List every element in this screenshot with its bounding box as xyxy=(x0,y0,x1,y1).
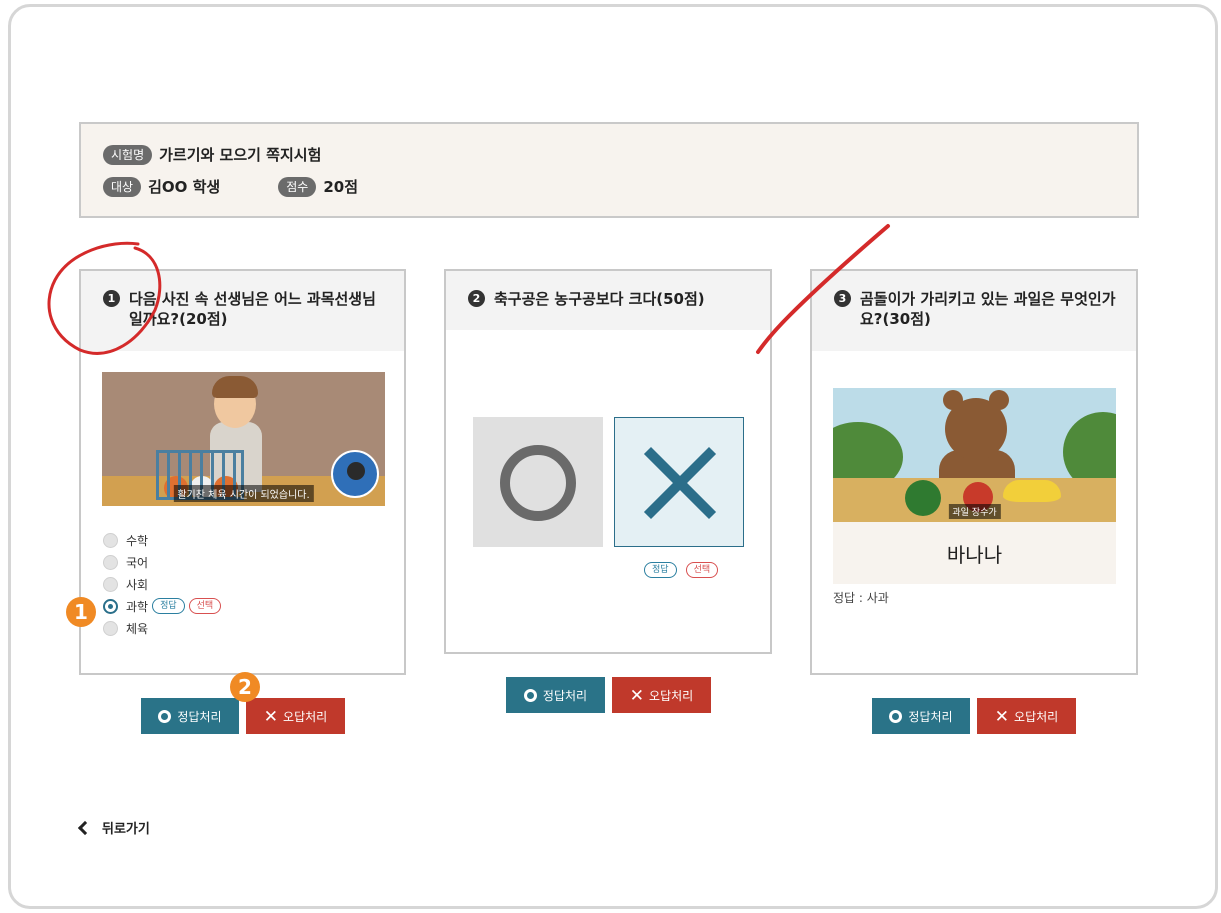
video-caption: 활기찬 체육 시간이 되었습니다. xyxy=(173,485,314,502)
button-label: 오답처리 xyxy=(649,688,694,703)
radio-button[interactable] xyxy=(103,532,118,548)
option-label: 국어 xyxy=(126,555,149,570)
score-value: 20점 xyxy=(323,178,359,196)
question-card-1: 1 다음 사진 속 선생님은 어느 과목선생님일까요?(20점) 활기찬 체육 … xyxy=(79,269,406,675)
button-label: 정답처리 xyxy=(908,709,953,724)
button-label: 오답처리 xyxy=(283,709,328,724)
question-number: 2 xyxy=(468,290,485,307)
radio-button-selected[interactable] xyxy=(103,598,118,614)
radio-button[interactable] xyxy=(103,576,118,592)
target-value: 김OO 학생 xyxy=(148,178,221,196)
score-label: 점수 xyxy=(278,176,317,197)
option-social[interactable]: 사회 xyxy=(103,573,221,595)
option-science[interactable]: 과학 정답 선택 xyxy=(103,595,222,617)
option-math[interactable]: 수학 xyxy=(103,529,221,551)
button-label: 오답처리 xyxy=(1014,709,1059,724)
button-label: 정답처리 xyxy=(542,688,588,703)
radio-button[interactable] xyxy=(103,554,118,570)
selected-tag: 선택 xyxy=(188,598,222,614)
circle-icon xyxy=(889,709,903,723)
student-answer: 바나나 xyxy=(833,522,1116,584)
close-icon: ✕ xyxy=(994,706,1010,726)
question-text: 다음 사진 속 선생님은 어느 과목선생님일까요?(20점) xyxy=(129,290,376,328)
question-text: 축구공은 농구공보다 크다(50점) xyxy=(494,290,705,308)
correct-tag: 정답 xyxy=(152,598,185,614)
mark-wrong-button-2[interactable]: ✕ 오답처리 xyxy=(612,677,711,713)
target-label: 대상 xyxy=(103,176,142,197)
question-video[interactable]: 활기찬 체육 시간이 되었습니다. xyxy=(102,372,385,506)
back-label: 뒤로가기 xyxy=(102,822,150,837)
question-image[interactable]: 과일 장수가 xyxy=(833,388,1116,522)
x-choice-selected[interactable] xyxy=(614,417,744,547)
mark-correct-button-1[interactable]: 정답처리 xyxy=(141,698,239,734)
close-icon: ✕ xyxy=(629,685,645,705)
banana-illustration xyxy=(1003,480,1061,502)
option-label: 체육 xyxy=(126,621,149,636)
mark-wrong-button-1[interactable]: ✕ 오답처리 xyxy=(246,698,345,734)
selected-tag: 선택 xyxy=(685,562,719,578)
question-header: 2 축구공은 농구공보다 크다(50점) xyxy=(446,271,770,330)
close-icon: ✕ xyxy=(263,706,279,726)
bear-illustration xyxy=(945,398,1007,460)
option-label: 과학 xyxy=(126,599,149,614)
mark-wrong-button-3[interactable]: ✕ 오답처리 xyxy=(977,698,1076,734)
question-text: 곰돌이가 가리키고 있는 과일은 무엇인가요?(30점) xyxy=(860,290,1116,328)
question-number: 3 xyxy=(834,290,851,307)
radio-button[interactable] xyxy=(103,620,118,636)
image-caption: 과일 장수가 xyxy=(948,504,1001,519)
option-label: 사회 xyxy=(126,577,149,592)
circle-icon xyxy=(158,709,172,723)
question-card-3: 3 곰돌이가 가리키고 있는 과일은 무엇인가요?(30점) 과일 장수가 바나… xyxy=(810,269,1138,675)
option-pe[interactable]: 체육 xyxy=(103,617,221,639)
answer-tags: 정답 선택 xyxy=(640,557,719,578)
step-marker-1: 1 xyxy=(66,597,96,627)
answer-options: 수학 국어 사회 과학 정답 선택 체육 xyxy=(103,529,222,639)
exam-name-label: 시험명 xyxy=(103,144,153,165)
option-label: 수학 xyxy=(126,533,149,548)
circle-icon xyxy=(523,688,537,702)
chevron-left-icon xyxy=(77,820,93,835)
exam-info-panel: 시험명 가르기와 모으기 쪽지시험 대상 김OO 학생 점수 20점 xyxy=(79,122,1139,218)
option-korean[interactable]: 국어 xyxy=(103,551,221,573)
exam-target-row: 대상 김OO 학생 점수 20점 xyxy=(103,176,358,197)
question-header: 1 다음 사진 속 선생님은 어느 과목선생님일까요?(20점) xyxy=(81,271,404,351)
step-marker-2: 2 xyxy=(230,672,260,702)
question-card-2: 2 축구공은 농구공보다 크다(50점) 정답 선택 xyxy=(444,269,772,654)
circle-icon xyxy=(500,445,576,521)
o-choice[interactable] xyxy=(473,417,603,547)
correct-answer-note: 정답 : 사과 xyxy=(833,591,889,605)
mark-correct-button-2[interactable]: 정답처리 xyxy=(506,677,605,713)
question-header: 3 곰돌이가 가리키고 있는 과일은 무엇인가요?(30점) xyxy=(812,271,1136,351)
question-number: 1 xyxy=(103,290,120,307)
back-link[interactable]: 뒤로가기 xyxy=(76,818,150,837)
sign-language-interpreter xyxy=(331,450,379,498)
correct-tag: 정답 xyxy=(644,562,677,578)
button-label: 정답처리 xyxy=(177,709,222,724)
exam-name-row: 시험명 가르기와 모으기 쪽지시험 xyxy=(103,144,321,165)
watermelon-illustration xyxy=(905,480,941,516)
exam-name-value: 가르기와 모으기 쪽지시험 xyxy=(159,146,322,164)
mark-correct-button-3[interactable]: 정답처리 xyxy=(872,698,970,734)
